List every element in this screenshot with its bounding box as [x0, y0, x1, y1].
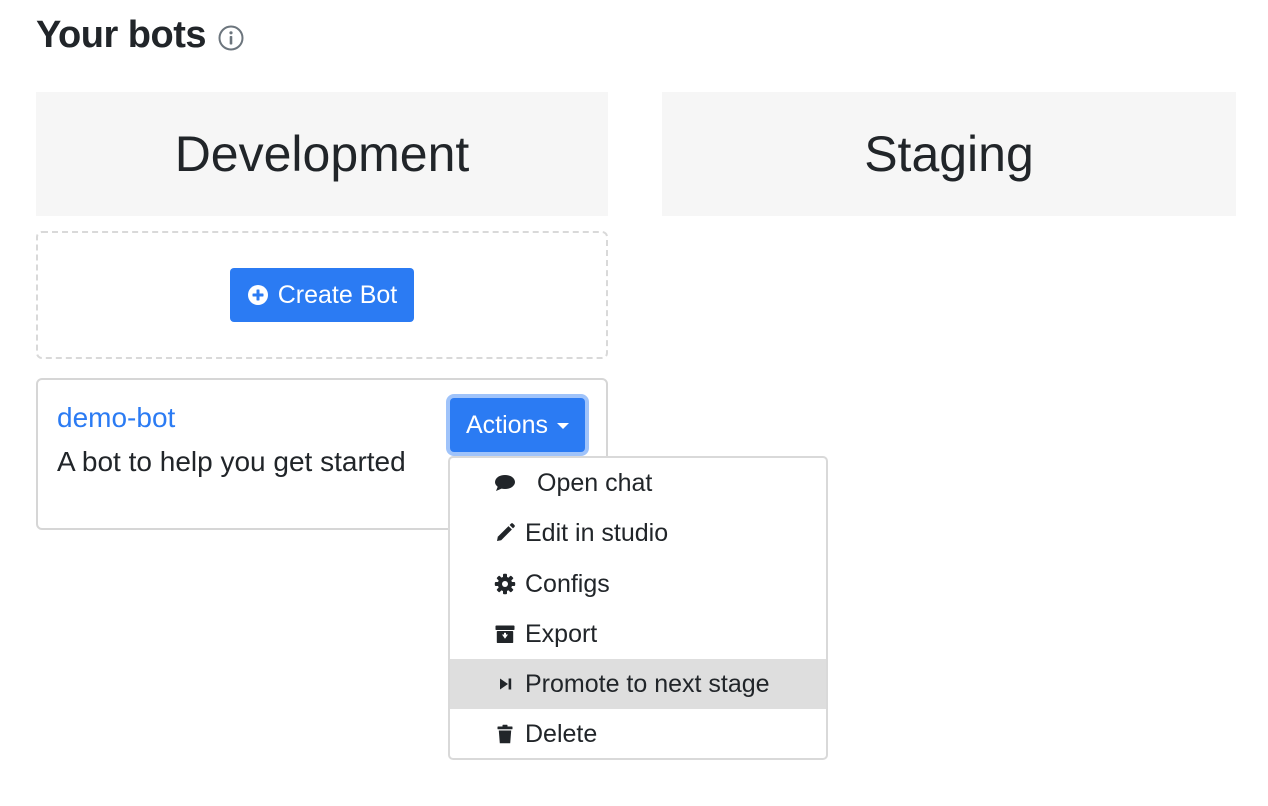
trash-icon — [494, 723, 516, 745]
menu-item-delete[interactable]: Delete — [450, 709, 826, 759]
chat-bubble-icon — [494, 472, 516, 494]
skip-forward-icon — [494, 673, 516, 695]
stage-title: Staging — [864, 126, 1034, 182]
create-bot-button[interactable]: Create Bot — [229, 268, 415, 322]
stage-header-development: Development — [36, 92, 608, 216]
archive-icon — [494, 623, 516, 645]
menu-item-edit-in-studio[interactable]: Edit in studio — [450, 508, 826, 558]
stage-column-staging: Staging — [662, 92, 1236, 216]
actions-label: Actions — [466, 410, 548, 439]
menu-item-open-chat[interactable]: Open chat — [450, 458, 826, 508]
stage-header-staging: Staging — [662, 92, 1236, 216]
page-title: Your bots — [36, 13, 207, 56]
create-bot-area: Create Bot — [36, 231, 608, 359]
menu-item-configs[interactable]: Configs — [450, 559, 826, 609]
stage-title: Development — [174, 126, 470, 182]
actions-dropdown-menu: Open chat Edit in studio Configs Export … — [448, 456, 828, 760]
menu-item-label: Configs — [525, 569, 610, 598]
pencil-icon — [494, 522, 516, 544]
bot-description: A bot to help you get started — [57, 446, 406, 477]
menu-item-promote-to-next-stage[interactable]: Promote to next stage — [450, 659, 826, 709]
menu-item-label: Delete — [525, 719, 598, 748]
menu-item-label: Export — [525, 619, 598, 648]
bots-page: Your bots Development Create Bot demo-bo… — [0, 0, 1268, 806]
menu-item-label: Open chat — [537, 468, 653, 497]
page-header: Your bots — [36, 10, 245, 60]
info-circle-icon[interactable] — [217, 24, 245, 52]
caret-down-icon — [556, 423, 569, 429]
actions-dropdown-button[interactable]: Actions — [450, 398, 585, 452]
bot-name-link[interactable]: demo-bot — [57, 402, 175, 434]
menu-item-label: Promote to next stage — [525, 669, 770, 698]
stage-column-development: Development Create Bot demo-bot A bot to… — [36, 92, 608, 530]
menu-item-export[interactable]: Export — [450, 609, 826, 659]
plus-circle-icon — [247, 285, 268, 305]
create-bot-label: Create Bot — [277, 280, 398, 309]
menu-item-label: Edit in studio — [525, 518, 669, 547]
gear-icon — [494, 573, 516, 595]
